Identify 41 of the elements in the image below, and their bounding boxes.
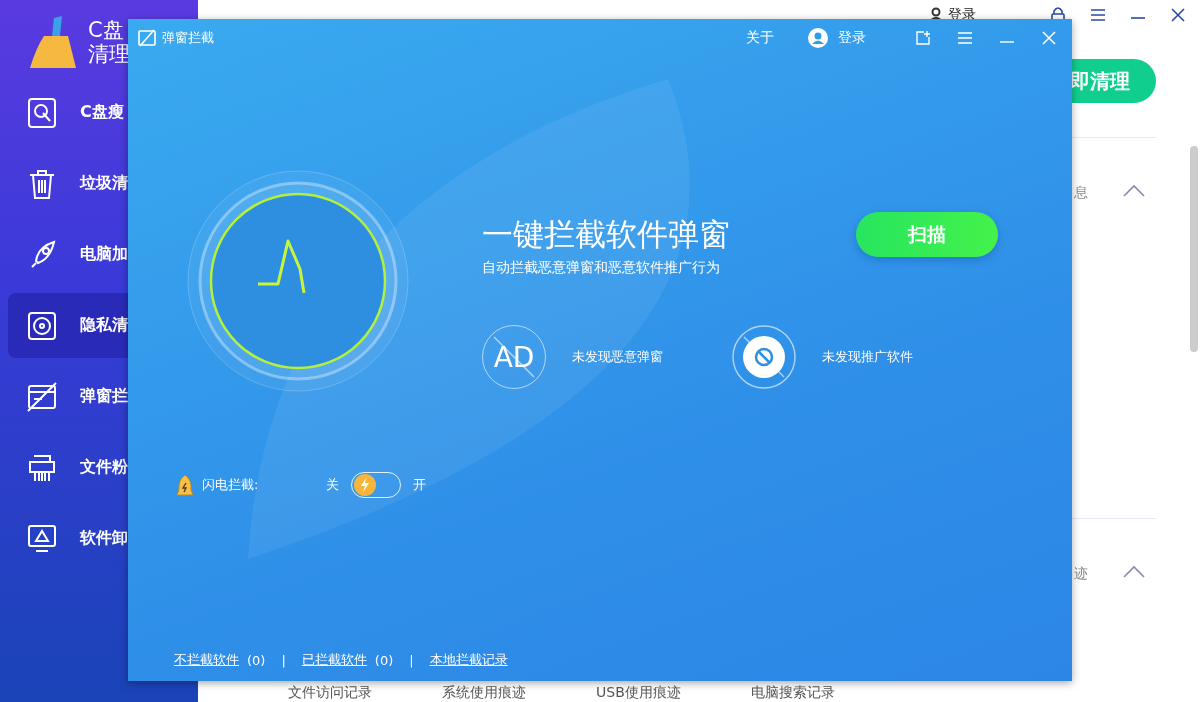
category-tab[interactable]: 电脑搜索记录 <box>750 684 835 702</box>
separator: | <box>409 652 414 668</box>
separator: | <box>281 652 286 668</box>
sidebar-icon <box>26 522 58 555</box>
on-label: 开 <box>413 476 427 494</box>
category-tab[interactable]: 文件访问记录 <box>288 684 372 702</box>
chevron-icon[interactable] <box>1122 184 1146 198</box>
subtitle: 自动拦截恶意弹窗和恶意软件推广行为 <box>482 259 721 277</box>
logo-text: C盘 <box>88 18 125 42</box>
flash-block-label: 闪电拦截: <box>202 476 259 494</box>
window-title: 弹窗拦截 <box>162 29 214 47</box>
category-tab[interactable]: USB使用痕迹 <box>596 684 681 702</box>
sidebar-icon <box>26 309 58 342</box>
avatar-icon <box>808 28 828 48</box>
sidebar-item[interactable]: 弹窗拦 <box>8 364 190 429</box>
section-title: 息 <box>1074 184 1088 202</box>
sidebar-item[interactable]: 电脑加 <box>8 222 190 287</box>
sidebar-item[interactable]: 软件卸 <box>8 506 190 571</box>
sidebar-item[interactable]: 文件粉 <box>8 435 190 500</box>
sidebar-item[interactable]: C盘瘦 <box>8 80 190 145</box>
rocket-badge-icon <box>176 474 194 496</box>
status-text: 未发现推广软件 <box>822 348 913 366</box>
close-icon[interactable] <box>1170 6 1186 23</box>
sidebar-icon <box>26 380 58 413</box>
sidebar-icon <box>26 96 58 129</box>
feedback-icon[interactable] <box>916 31 930 45</box>
scrollbar[interactable] <box>1190 146 1198 352</box>
sidebar-item[interactable]: 垃圾清 <box>8 151 190 216</box>
count-text: (0) <box>374 652 394 668</box>
chevron-icon[interactable] <box>1122 565 1146 579</box>
status-text: 未发现恶意弹窗 <box>572 348 663 366</box>
blocked-disc-icon <box>732 325 796 389</box>
popup-block-icon <box>138 29 156 47</box>
off-label: 关 <box>326 476 340 494</box>
headline: 一键拦截软件弹窗 <box>482 214 730 254</box>
lightning-knob[interactable] <box>354 474 377 496</box>
section-title: 迹 <box>1074 565 1088 583</box>
category-tab[interactable]: 系统使用痕迹 <box>442 684 526 702</box>
menu-icon[interactable] <box>1090 7 1106 22</box>
logo-text: 清理 <box>88 42 130 66</box>
count-text: (0) <box>247 652 266 668</box>
